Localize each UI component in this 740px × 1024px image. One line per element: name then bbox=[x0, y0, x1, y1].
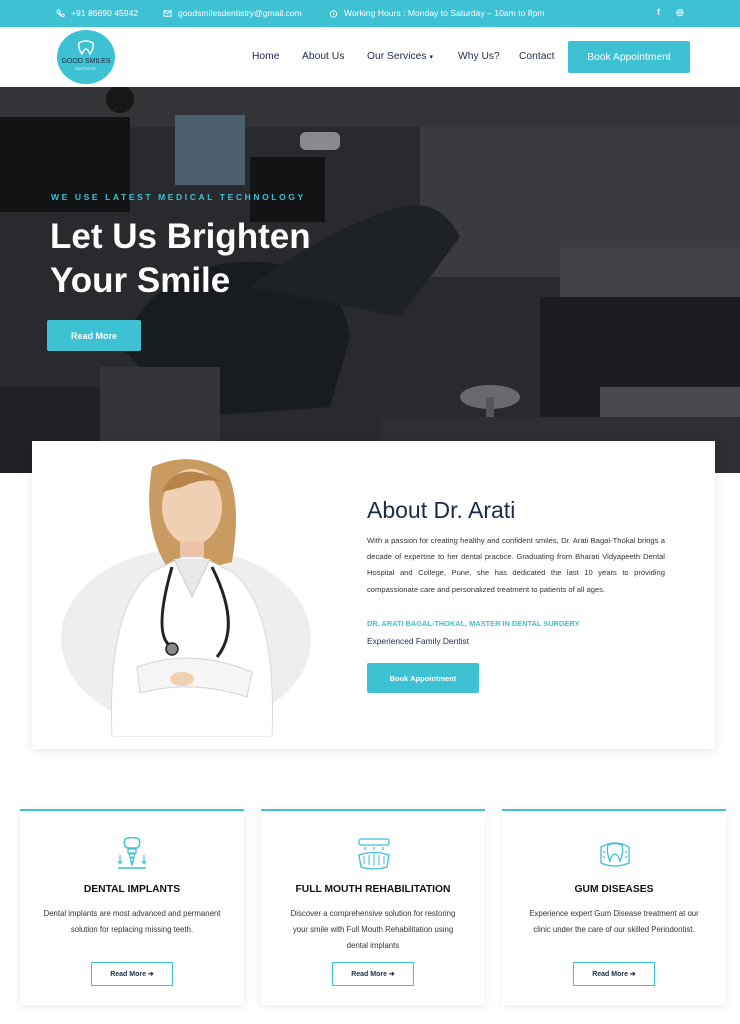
about-title: About Dr. Arati bbox=[367, 497, 516, 523]
service-read-more-button[interactable]: Read More ➔ bbox=[332, 962, 414, 986]
nav-why-us[interactable]: Why Us? bbox=[458, 51, 500, 62]
tooth-logo-icon bbox=[78, 40, 94, 56]
about-doctor-section: About Dr. Arati With a passion for creat… bbox=[32, 441, 715, 749]
nav-our-services[interactable]: Our Services ▾ bbox=[367, 51, 433, 62]
hero-read-more-button[interactable]: Read More bbox=[47, 320, 141, 351]
about-bio: With a passion for creating healthy and … bbox=[367, 536, 665, 594]
service-description: Experience expert Gum Disease treatment … bbox=[529, 909, 699, 934]
service-read-more-button[interactable]: Read More ➔ bbox=[91, 962, 173, 986]
phone-icon bbox=[56, 8, 65, 17]
chevron-down-icon: ▾ bbox=[429, 54, 434, 61]
nav-home[interactable]: Home bbox=[252, 51, 279, 62]
doctor-photo bbox=[111, 459, 273, 737]
nav-contact[interactable]: Contact bbox=[519, 51, 555, 62]
service-card-dental-implants: DENTAL IMPLANTS Dental implants are most… bbox=[20, 809, 244, 1005]
instagram-icon[interactable]: ◎ bbox=[676, 7, 684, 18]
nav-about-us[interactable]: About Us bbox=[302, 51, 344, 62]
logo-sub-text: DENTISTRY bbox=[75, 67, 97, 71]
nav-our-services-label: Our Services bbox=[367, 51, 427, 62]
book-appointment-button[interactable]: Book Appointment bbox=[568, 41, 690, 73]
doctor-credentials: DR. ARATI BAGAL-THOKAL, MASTER IN DENTAL… bbox=[367, 619, 580, 628]
site-logo[interactable]: GOOD SMILES DENTISTRY bbox=[57, 30, 115, 84]
hero-heading: Let Us Brighten Your Smile bbox=[50, 215, 370, 303]
service-title: GUM DISEASES bbox=[574, 884, 654, 895]
full-mouth-icon bbox=[358, 838, 390, 870]
service-card-gum-diseases: GUM DISEASES Experience expert Gum Disea… bbox=[502, 809, 726, 1005]
phone-contact[interactable]: +91 86690 45942 bbox=[56, 8, 138, 18]
working-hours: Working Hours : Monday to Saturday – 10a… bbox=[329, 8, 544, 18]
mail-icon bbox=[163, 9, 172, 17]
hero-heading-line1: Let Us Brighten bbox=[50, 217, 311, 256]
service-title: DENTAL IMPLANTS bbox=[83, 884, 181, 895]
hero-heading-line2: Your Smile bbox=[50, 261, 231, 300]
hero-tagline: WE USE LATEST MEDICAL TECHNOLOGY bbox=[51, 192, 306, 202]
about-book-appointment-button[interactable]: Book Appointment bbox=[367, 663, 479, 693]
logo-brand-text: GOOD SMILES bbox=[61, 58, 111, 65]
top-info-bar: +91 86690 45942 goodsmilesdentistry@gmai… bbox=[0, 0, 740, 27]
gum-tooth-icon bbox=[600, 842, 630, 867]
service-description: Discover a comprehensive solution for re… bbox=[290, 909, 456, 950]
hero-banner: WE USE LATEST MEDICAL TECHNOLOGY Let Us … bbox=[0, 87, 740, 473]
email-contact[interactable]: goodsmilesdentistry@gmail.com bbox=[163, 8, 302, 18]
service-title: FULL MOUTH REHABILITATION bbox=[295, 884, 451, 895]
hours-text: Working Hours : Monday to Saturday – 10a… bbox=[344, 8, 545, 18]
dental-implant-icon bbox=[117, 837, 147, 869]
clock-icon bbox=[329, 9, 338, 18]
facebook-icon[interactable]: f bbox=[657, 7, 660, 17]
email-address: goodsmilesdentistry@gmail.com bbox=[178, 8, 302, 18]
phone-number: +91 86690 45942 bbox=[71, 8, 139, 18]
service-card-full-mouth-rehabilitation: FULL MOUTH REHABILITATION Discover a com… bbox=[261, 809, 485, 1005]
doctor-role: Experienced Family Dentist bbox=[367, 636, 469, 646]
service-description: Dental implants are most advanced and pe… bbox=[43, 909, 221, 934]
site-header: GOOD SMILES DENTISTRY Home About Us Our … bbox=[0, 27, 740, 87]
service-read-more-button[interactable]: Read More ➔ bbox=[573, 962, 655, 986]
